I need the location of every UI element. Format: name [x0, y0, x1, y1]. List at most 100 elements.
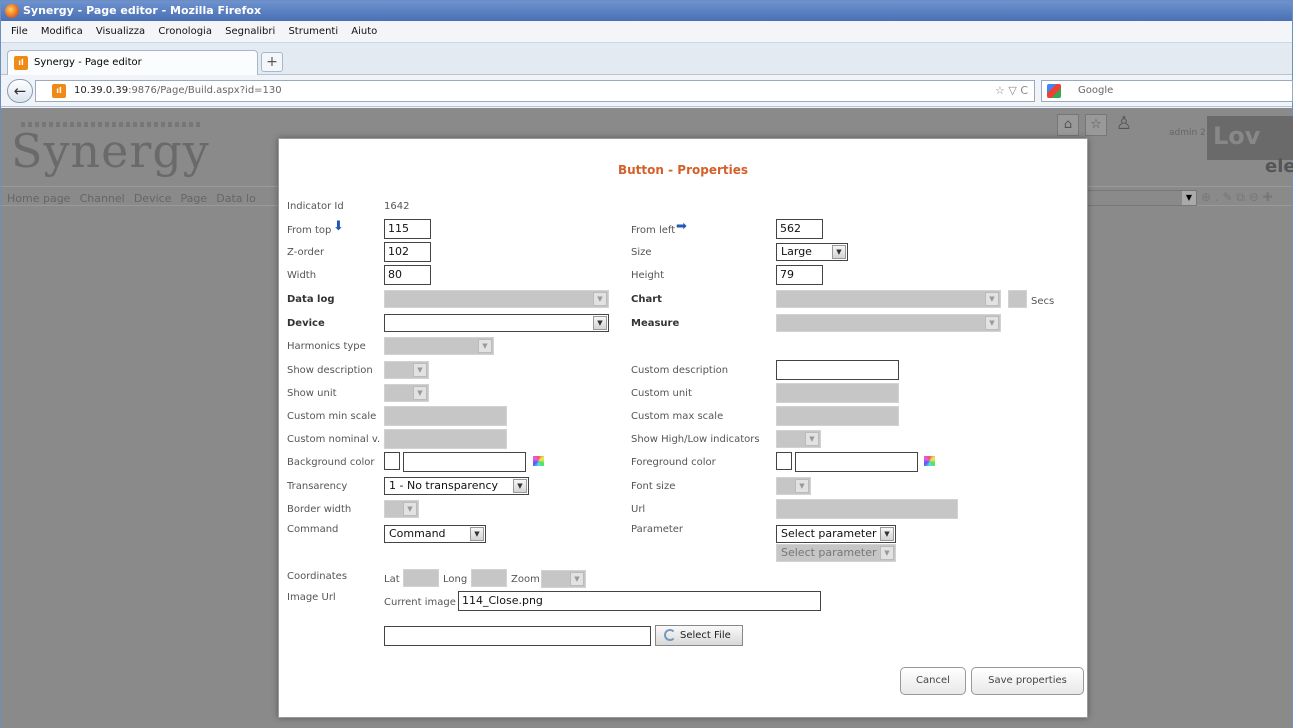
- device-select[interactable]: ▼: [384, 314, 609, 332]
- nav-channel[interactable]: Channel: [80, 189, 125, 209]
- chevron-down-icon: ▼: [880, 527, 894, 541]
- chevron-down-icon: ▼: [403, 502, 417, 516]
- color-palette-icon[interactable]: [533, 456, 544, 466]
- user-name: admin 2: [1169, 128, 1206, 138]
- url-label: Url: [631, 504, 646, 515]
- custom-description-input[interactable]: [776, 360, 899, 380]
- z-order-label: Z-order: [287, 247, 325, 258]
- button-properties-dialog: Button - Properties Indicator Id 1642 Fr…: [278, 138, 1088, 718]
- nav-data-log[interactable]: Data lo: [216, 189, 256, 209]
- height-input[interactable]: 79: [776, 265, 823, 285]
- harmonics-type-label: Harmonics type: [287, 341, 366, 352]
- nav-home-page[interactable]: Home page: [7, 189, 70, 209]
- z-order-input[interactable]: 102: [384, 242, 431, 262]
- menu-aiuto[interactable]: Aiuto: [351, 21, 377, 43]
- user-icon[interactable]: ♙: [1113, 114, 1135, 136]
- menu-cronologia[interactable]: Cronologia: [158, 21, 212, 43]
- upload-icon: [664, 629, 676, 641]
- command-select[interactable]: Command ▼: [384, 525, 486, 543]
- menu-modifica[interactable]: Modifica: [41, 21, 83, 43]
- arrow-down-icon: ⬇: [333, 219, 344, 234]
- show-unit-label: Show unit: [287, 388, 337, 399]
- foreground-color-input[interactable]: [795, 452, 918, 472]
- chevron-down-icon: ▼: [985, 316, 999, 330]
- coordinates-label: Coordinates: [287, 571, 348, 582]
- color-palette-icon[interactable]: [924, 456, 935, 466]
- background-color-swatch[interactable]: [384, 452, 400, 470]
- chart-label: Chart: [631, 294, 662, 305]
- secs-input: [1008, 290, 1027, 308]
- tab-bar: ıl Synergy - Page editor +: [1, 43, 1292, 75]
- size-select[interactable]: Large ▼: [776, 243, 848, 261]
- from-top-input[interactable]: 115: [384, 219, 431, 239]
- foreground-color-swatch[interactable]: [776, 452, 792, 470]
- bookmark-star-icon[interactable]: ☆ ▽ C: [995, 81, 1028, 101]
- cancel-button[interactable]: Cancel: [900, 667, 966, 695]
- new-tab-button[interactable]: +: [261, 52, 283, 72]
- from-left-label: From left: [631, 225, 676, 236]
- data-log-select: ▼: [384, 290, 609, 308]
- indicator-id-value: 1642: [384, 201, 410, 212]
- back-button[interactable]: ←: [7, 79, 33, 103]
- size-label: Size: [631, 247, 652, 258]
- header-right: ⌂ ☆ ♙ admin 2 Lov ele: [1055, 108, 1293, 178]
- star-icon[interactable]: ☆: [1085, 114, 1107, 136]
- save-properties-button[interactable]: Save properties: [971, 667, 1084, 695]
- chevron-down-icon: ▼: [593, 292, 607, 306]
- chevron-down-icon: ▼: [1182, 191, 1196, 205]
- menu-segnalibri[interactable]: Segnalibri: [225, 21, 275, 43]
- custom-nominal-label: Custom nominal v.: [287, 434, 381, 445]
- navigation-bar: ← ıl 10.39.0.39:9876/Page/Build.aspx?id=…: [1, 75, 1293, 107]
- width-input[interactable]: 80: [384, 265, 431, 285]
- file-path-input[interactable]: [384, 626, 651, 646]
- menu-file[interactable]: File: [11, 21, 28, 43]
- show-high-low-label: Show High/Low indicators: [631, 434, 760, 445]
- width-label: Width: [287, 270, 317, 281]
- show-description-label: Show description: [287, 365, 373, 376]
- tab-label: Synergy - Page editor: [34, 57, 142, 68]
- chevron-down-icon: ▼: [832, 245, 846, 259]
- select-file-label: Select File: [680, 630, 731, 641]
- url-host: 10.39.0.39: [74, 85, 129, 96]
- transparency-select[interactable]: 1 - No transparency ▼: [384, 477, 529, 495]
- home-icon[interactable]: ⌂: [1057, 114, 1079, 136]
- google-icon: [1047, 84, 1061, 98]
- page-select[interactable]: ▼: [1087, 190, 1197, 206]
- custom-description-label: Custom description: [631, 365, 729, 376]
- chevron-down-icon: ▼: [570, 572, 584, 586]
- font-size-select: ▼: [776, 477, 811, 495]
- chevron-down-icon: ▼: [513, 479, 527, 493]
- background-color-input[interactable]: [403, 452, 526, 472]
- data-log-label: Data log: [287, 294, 335, 305]
- indicator-id-label: Indicator Id: [287, 201, 344, 212]
- parameter-select-2: Select parameter ▼: [776, 544, 896, 562]
- secs-label: Secs: [1031, 296, 1055, 307]
- show-description-select: ▼: [384, 361, 429, 379]
- parameter-value-2: Select parameter: [781, 546, 877, 559]
- zoom-label: Zoom: [511, 574, 540, 585]
- harmonics-type-select: ▼: [384, 337, 494, 355]
- custom-max-scale-input: [776, 406, 899, 426]
- toolbar-icons[interactable]: ⊕ . ✎ ⧉ ⊖ ✚: [1201, 190, 1273, 205]
- parameter-select[interactable]: Select parameter ▼: [776, 525, 896, 543]
- current-image-input[interactable]: 114_Close.png: [458, 591, 821, 611]
- arrow-right-icon: ➡: [676, 219, 687, 234]
- synergy-favicon: ıl: [14, 56, 28, 70]
- menu-strumenti[interactable]: Strumenti: [288, 21, 338, 43]
- chevron-down-icon: ▼: [795, 479, 809, 493]
- menu-visualizza[interactable]: Visualizza: [96, 21, 145, 43]
- transparency-value: 1 - No transparency: [389, 479, 498, 492]
- current-image-label: Current image: [384, 597, 456, 608]
- from-left-input[interactable]: 562: [776, 219, 823, 239]
- select-file-button[interactable]: Select File: [655, 625, 743, 646]
- device-label: Device: [287, 318, 325, 329]
- search-input[interactable]: Google: [1041, 80, 1293, 102]
- url-bar[interactable]: ıl 10.39.0.39:9876/Page/Build.aspx?id=13…: [35, 80, 1035, 102]
- long-label: Long: [443, 574, 468, 585]
- nav-device[interactable]: Device: [134, 189, 172, 209]
- tab-synergy-page-editor[interactable]: ıl Synergy - Page editor: [7, 50, 258, 75]
- nav-page[interactable]: Page: [181, 189, 208, 209]
- from-top-label: From top: [287, 225, 332, 236]
- chart-select: ▼: [776, 290, 1001, 308]
- parameter-label: Parameter: [631, 524, 684, 535]
